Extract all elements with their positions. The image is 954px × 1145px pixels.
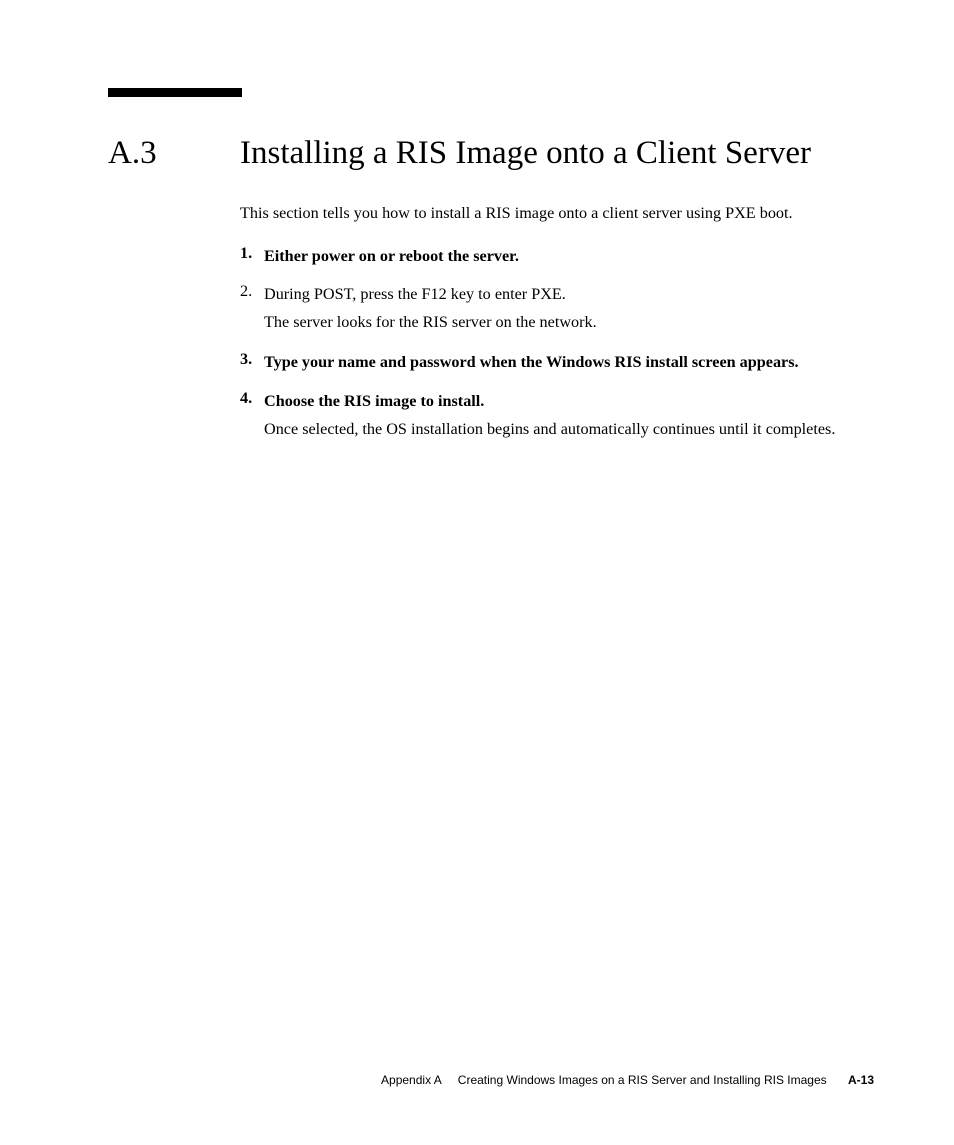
step-text: During POST, press the F12 key to enter … xyxy=(264,282,874,306)
step-sub-text: The server looks for the RIS server on t… xyxy=(264,310,874,336)
step-body: Either power on or reboot the server. xyxy=(264,244,874,268)
step-body: During POST, press the F12 key to enter … xyxy=(264,282,874,336)
footer-separator xyxy=(444,1073,454,1087)
section-number: A.3 xyxy=(108,133,240,174)
section-rule-bar xyxy=(108,88,242,97)
step-text: Either power on or reboot the server. xyxy=(264,244,874,268)
step-number: 3. xyxy=(240,350,260,374)
step-text: Choose the RIS image to install. xyxy=(264,389,874,413)
step-sub-text: Once selected, the OS installation begin… xyxy=(264,417,874,443)
step-item: 1. Either power on or reboot the server. xyxy=(264,244,874,268)
step-body: Choose the RIS image to install. Once se… xyxy=(264,389,874,443)
footer-title: Creating Windows Images on a RIS Server … xyxy=(458,1073,827,1087)
page-footer: Appendix A Creating Windows Images on a … xyxy=(381,1073,874,1087)
step-list: 1. Either power on or reboot the server.… xyxy=(240,244,874,443)
step-item: 4. Choose the RIS image to install. Once… xyxy=(264,389,874,443)
step-item: 3. Type your name and password when the … xyxy=(264,350,874,374)
step-number: 1. xyxy=(240,244,260,268)
intro-paragraph: This section tells you how to install a … xyxy=(240,202,874,225)
step-body: Type your name and password when the Win… xyxy=(264,350,874,374)
section-title: Installing a RIS Image onto a Client Ser… xyxy=(240,133,874,174)
section-heading: A.3 Installing a RIS Image onto a Client… xyxy=(108,133,874,174)
step-item: 2. During POST, press the F12 key to ent… xyxy=(264,282,874,336)
footer-page-number: A-13 xyxy=(848,1073,874,1087)
footer-appendix: Appendix A xyxy=(381,1073,441,1087)
step-number: 4. xyxy=(240,389,260,443)
step-number: 2. xyxy=(240,282,260,336)
step-text: Type your name and password when the Win… xyxy=(264,350,874,374)
section-body: This section tells you how to install a … xyxy=(240,202,874,443)
page-content: A.3 Installing a RIS Image onto a Client… xyxy=(0,0,954,443)
